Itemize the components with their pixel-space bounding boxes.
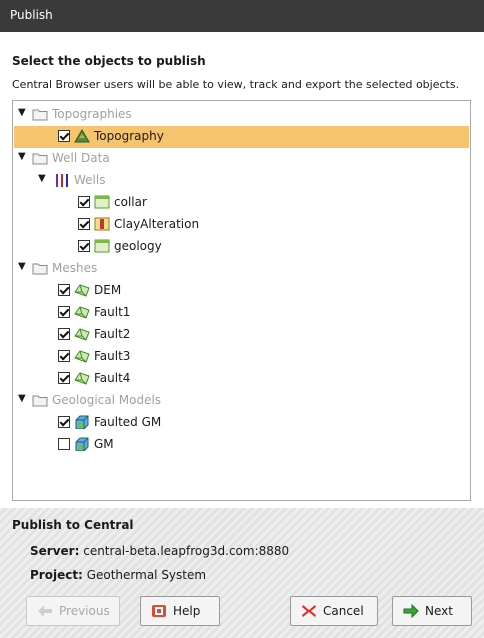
expand-arrow-icon[interactable]: ▼ xyxy=(18,151,26,162)
expand-arrow-icon[interactable]: ▼ xyxy=(18,261,26,272)
tree-label: Geological Models xyxy=(52,393,162,407)
tree-item-geology[interactable]: geology xyxy=(14,236,469,258)
topography-icon xyxy=(74,129,90,143)
publish-footer: Publish to Central Server: central-beta.… xyxy=(0,508,484,638)
tree-item-dem[interactable]: DEM xyxy=(14,280,469,302)
checkbox[interactable] xyxy=(58,416,70,428)
cancel-button[interactable]: Cancel xyxy=(290,596,378,626)
expand-arrow-icon[interactable]: ▼ xyxy=(38,173,46,184)
checkbox[interactable] xyxy=(58,350,70,362)
tree-folder-wells[interactable]: ▼ Wells xyxy=(14,170,469,192)
title-bar: Publish xyxy=(0,0,484,32)
tree-label: Fault4 xyxy=(94,371,131,385)
tree-label: Well Data xyxy=(52,151,110,165)
mesh-icon xyxy=(74,306,90,319)
tree-item-fault3[interactable]: Fault3 xyxy=(14,346,469,368)
tree-label: Topography xyxy=(94,129,164,143)
tree-label: Fault3 xyxy=(94,349,131,363)
tree-item-collar[interactable]: collar xyxy=(14,192,469,214)
tree-label: geology xyxy=(114,239,162,253)
tree-item-fault1[interactable]: Fault1 xyxy=(14,302,469,324)
tree-item-topography[interactable]: Topography xyxy=(14,126,469,148)
checkbox[interactable] xyxy=(58,328,70,340)
checkbox[interactable] xyxy=(78,196,90,208)
help-icon xyxy=(152,605,166,617)
tree-item-clayalteration[interactable]: ClayAlteration xyxy=(14,214,469,236)
window-title: Publish xyxy=(10,8,53,22)
tree-folder-geological-models[interactable]: ▼ Geological Models xyxy=(14,390,469,412)
tree-item-faulted-gm[interactable]: Faulted GM xyxy=(14,412,469,434)
server-label: Server: xyxy=(30,544,80,558)
folder-icon xyxy=(32,263,48,275)
tree-folder-well-data[interactable]: ▼ Well Data xyxy=(14,148,469,170)
cancel-icon xyxy=(302,605,316,617)
tree-label: Meshes xyxy=(52,261,98,275)
mesh-icon xyxy=(74,284,90,297)
previous-button[interactable]: Previous xyxy=(26,596,120,626)
tree-label: ClayAlteration xyxy=(114,217,200,231)
checkbox[interactable] xyxy=(58,372,70,384)
project-row: Project: Geothermal System xyxy=(30,568,206,582)
tree-label: Wells xyxy=(74,173,106,187)
checkbox[interactable] xyxy=(78,218,90,230)
tree-label: Faulted GM xyxy=(94,415,162,429)
project-label: Project: xyxy=(30,568,83,582)
checkbox[interactable] xyxy=(58,130,70,142)
server-row: Server: central-beta.leapfrog3d.com:8880 xyxy=(30,544,289,558)
folder-icon xyxy=(32,153,48,165)
tree-label: GM xyxy=(94,437,114,451)
tree-folder-meshes[interactable]: ▼ Meshes xyxy=(14,258,469,280)
tree-item-fault2[interactable]: Fault2 xyxy=(14,324,469,346)
object-tree[interactable]: ▼ Topographies Topography ▼ Well Data ▼ … xyxy=(12,100,471,501)
tree-label: Topographies xyxy=(52,107,132,121)
tree-folder-topographies[interactable]: ▼ Topographies xyxy=(14,104,469,126)
geological-model-icon xyxy=(75,437,89,451)
tree-label: Fault1 xyxy=(94,305,131,319)
checkbox[interactable] xyxy=(58,284,70,296)
interval-table-icon xyxy=(94,217,110,231)
checkbox[interactable] xyxy=(58,438,70,450)
section-heading: Select the objects to publish xyxy=(12,54,206,68)
publish-section-title: Publish to Central xyxy=(12,518,134,532)
checkbox[interactable] xyxy=(78,240,90,252)
folder-icon xyxy=(32,395,48,407)
geological-model-icon xyxy=(75,415,89,429)
project-value: Geothermal System xyxy=(86,568,207,582)
wells-icon xyxy=(56,174,68,187)
server-value: central-beta.leapfrog3d.com:8880 xyxy=(83,544,290,558)
mesh-icon xyxy=(74,350,90,363)
table-icon xyxy=(94,239,110,253)
description-text: Central Browser users will be able to vi… xyxy=(12,78,460,91)
help-button[interactable]: Help xyxy=(140,596,220,626)
next-button[interactable]: Next xyxy=(392,596,472,626)
tree-label: DEM xyxy=(94,283,122,297)
tree-label: Fault2 xyxy=(94,327,131,341)
arrow-left-icon xyxy=(38,605,52,617)
checkbox[interactable] xyxy=(58,306,70,318)
tree-item-fault4[interactable]: Fault4 xyxy=(14,368,469,390)
mesh-icon xyxy=(74,328,90,341)
expand-arrow-icon[interactable]: ▼ xyxy=(18,393,26,404)
table-icon xyxy=(94,195,110,209)
arrow-right-icon xyxy=(403,604,419,618)
tree-label: collar xyxy=(114,195,147,209)
expand-arrow-icon[interactable]: ▼ xyxy=(18,107,26,118)
mesh-icon xyxy=(74,372,90,385)
folder-icon xyxy=(32,109,48,121)
tree-item-gm[interactable]: GM xyxy=(14,434,469,456)
